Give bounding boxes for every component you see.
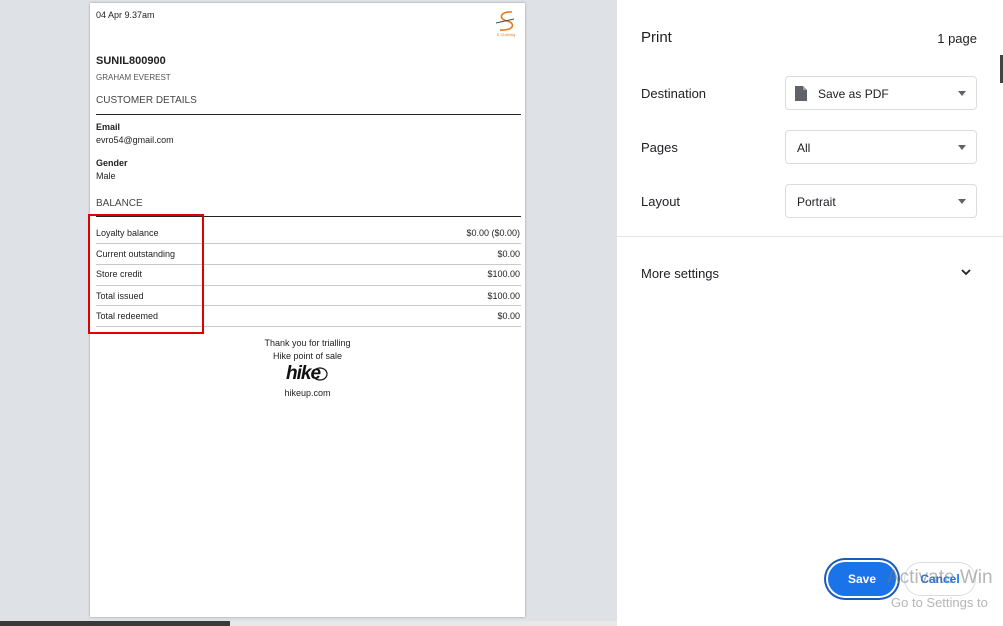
customer-code: SUNIL800900: [96, 55, 166, 67]
footer-thanks: Thank you for trialling: [264, 338, 351, 348]
bottom-strip: [0, 621, 617, 626]
chevron-down-icon[interactable]: [959, 265, 973, 279]
email-label: Email: [96, 122, 121, 132]
gender-value: Male: [96, 171, 116, 181]
caret-down-icon: [958, 199, 966, 204]
hike-logo: hike: [286, 363, 330, 385]
destination-label: Destination: [641, 86, 707, 101]
balance-row-value: $0.00: [497, 311, 520, 321]
layout-label: Layout: [641, 194, 681, 209]
activation-watermark-subtitle: Go to Settings to: [891, 595, 988, 610]
layout-value: Portrait: [797, 195, 836, 209]
save-button[interactable]: Save: [828, 562, 896, 596]
pages-label: Pages: [641, 140, 678, 155]
destination-select[interactable]: Save as PDF: [785, 76, 977, 110]
email-value: evro54@gmail.com: [96, 135, 174, 145]
balance-row-value: $100.00: [487, 291, 520, 301]
caret-down-icon: [958, 91, 966, 96]
balance-row-value: $0.00 ($0.00): [466, 228, 520, 238]
footer-url: hikeup.com: [284, 388, 331, 398]
pages-value: All: [797, 141, 811, 155]
print-preview-area: 04 Apr 9.37am S Clothing SUNIL800900 GRA…: [0, 0, 617, 626]
taskbar-edge: [0, 621, 230, 626]
balance-heading: BALANCE: [96, 198, 143, 209]
hike-swoosh-icon: [312, 367, 328, 381]
activation-watermark-title: Activate Win: [887, 567, 993, 588]
balance-row-value: $100.00: [487, 269, 520, 279]
customer-details-heading: CUSTOMER DETAILS: [96, 95, 197, 106]
balance-row-value: $0.00: [497, 249, 520, 259]
store-logo: S Clothing: [492, 9, 520, 41]
section-divider: [96, 114, 521, 115]
panel-divider: [617, 236, 1003, 237]
receipt-datetime: 04 Apr 9.37am: [96, 10, 155, 20]
balance-highlight-box: [88, 214, 204, 334]
print-title: Print: [641, 29, 672, 46]
gender-label: Gender: [96, 158, 128, 168]
document-icon: [795, 86, 807, 101]
store-logo-caption: S Clothing: [496, 32, 516, 37]
layout-select[interactable]: Portrait: [785, 184, 977, 218]
print-settings-panel: Print 1 page Destination Save as PDF Pag…: [617, 0, 1003, 626]
destination-value: Save as PDF: [818, 87, 889, 101]
page-count: 1 page: [937, 31, 977, 46]
customer-name: GRAHAM EVEREST: [96, 73, 171, 82]
pages-select[interactable]: All: [785, 130, 977, 164]
footer-product: Hike point of sale: [272, 351, 343, 361]
caret-down-icon: [958, 145, 966, 150]
more-settings-toggle[interactable]: More settings: [641, 266, 719, 281]
